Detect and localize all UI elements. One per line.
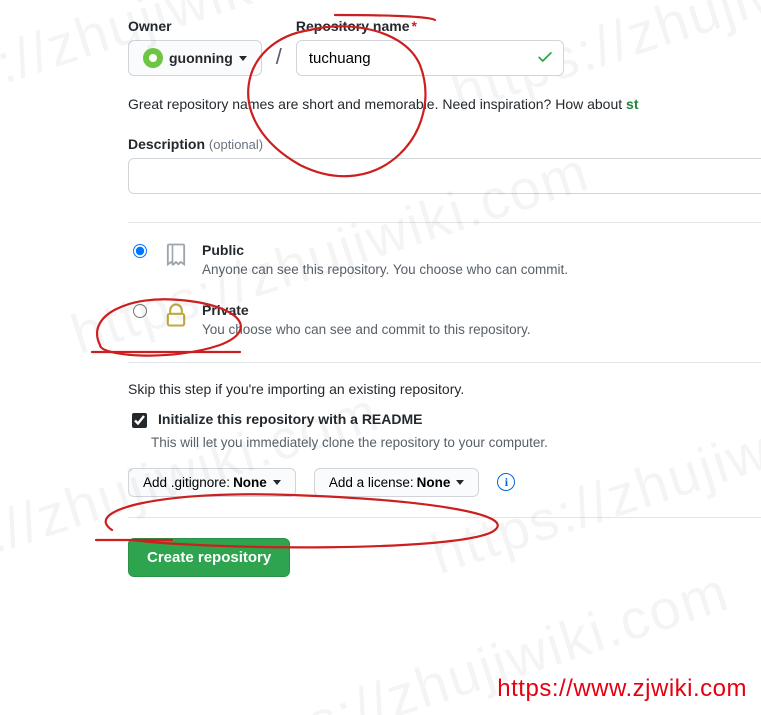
- optional-hint: (optional): [209, 137, 263, 152]
- description-label: Description: [128, 136, 205, 152]
- owner-avatar-icon: [143, 48, 163, 68]
- visibility-public-radio[interactable]: [133, 244, 147, 258]
- suggested-name[interactable]: st: [626, 96, 638, 112]
- gitignore-select-button[interactable]: Add .gitignore: None: [128, 468, 296, 497]
- visibility-private-radio[interactable]: [133, 304, 147, 318]
- divider: [128, 222, 761, 223]
- divider: [128, 517, 761, 518]
- owner-label: Owner: [128, 18, 262, 34]
- chevron-down-icon: [239, 56, 247, 61]
- visibility-public-sub: Anyone can see this repository. You choo…: [202, 261, 568, 280]
- license-info-icon[interactable]: i: [497, 473, 515, 491]
- create-repository-button[interactable]: Create repository: [128, 538, 290, 577]
- check-icon: [536, 48, 554, 69]
- description-input[interactable]: [128, 158, 761, 194]
- chevron-down-icon: [273, 480, 281, 485]
- footer-watermark-link: https://www.zjwiki.com: [497, 675, 747, 703]
- owner-select-button[interactable]: guonning: [128, 40, 262, 76]
- visibility-private-sub: You choose who can see and commit to thi…: [202, 321, 531, 340]
- skip-hint: Skip this step if you're importing an ex…: [128, 381, 761, 397]
- visibility-public-title: Public: [202, 241, 568, 261]
- repo-name-label: Repository name*: [296, 18, 564, 34]
- init-readme-checkbox[interactable]: [132, 413, 147, 428]
- license-select-button[interactable]: Add a license: None: [314, 468, 480, 497]
- init-readme-sub: This will let you immediately clone the …: [151, 435, 761, 450]
- name-hint: Great repository names are short and mem…: [128, 96, 761, 112]
- repo-icon: [162, 241, 190, 269]
- path-separator: /: [274, 44, 284, 76]
- chevron-down-icon: [456, 480, 464, 485]
- divider: [128, 362, 761, 363]
- visibility-private-title: Private: [202, 301, 531, 321]
- init-readme-label: Initialize this repository with a README: [158, 411, 422, 427]
- repo-name-input[interactable]: [296, 40, 564, 76]
- required-asterisk: *: [411, 18, 416, 34]
- owner-name: guonning: [169, 48, 233, 68]
- lock-icon: [162, 301, 190, 329]
